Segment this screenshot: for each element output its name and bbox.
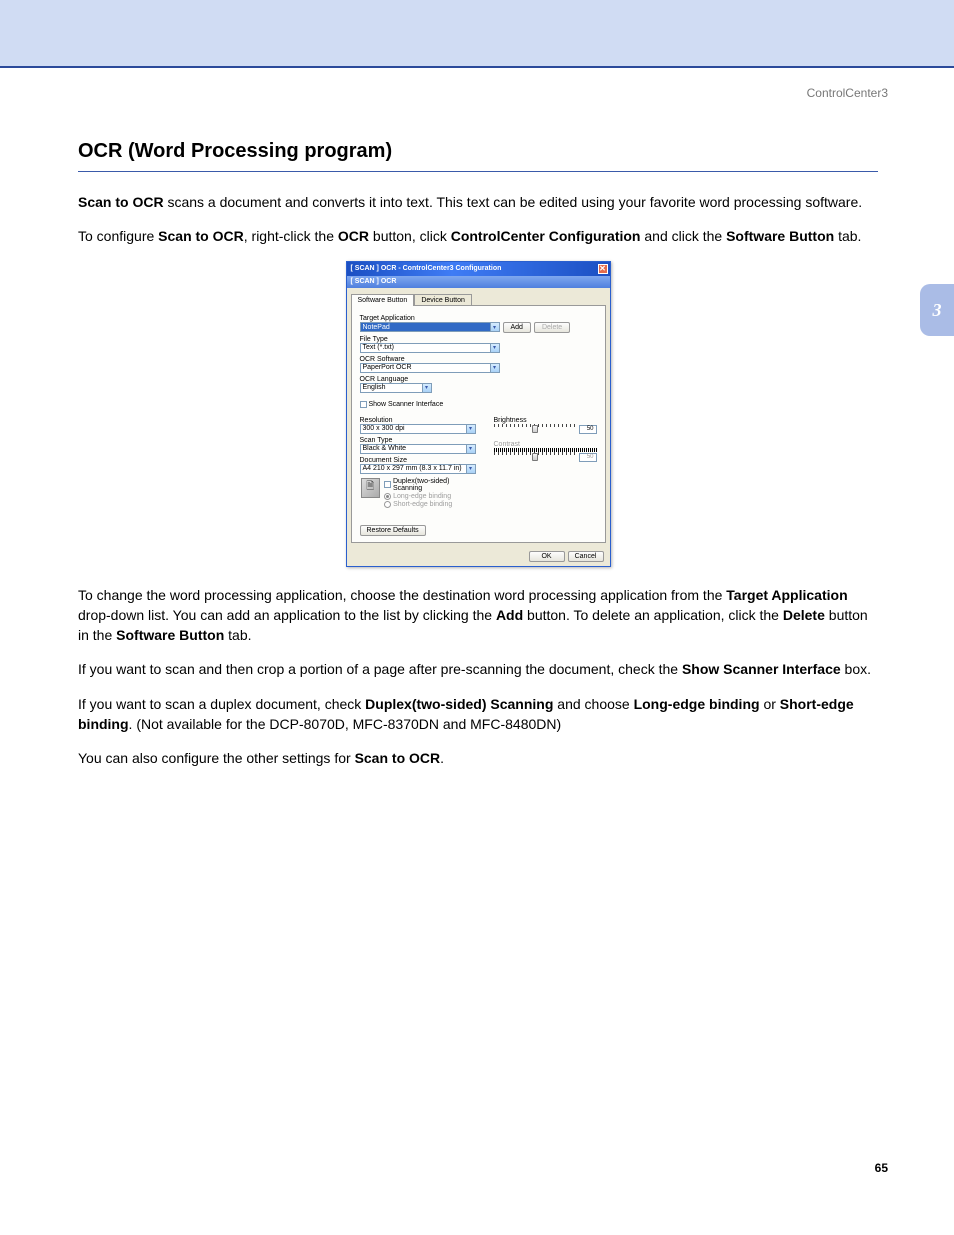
- long-edge-binding-radio[interactable]: Long-edge binding: [384, 493, 478, 500]
- close-icon[interactable]: ✕: [598, 264, 608, 274]
- add-button[interactable]: Add: [503, 322, 531, 333]
- chevron-down-icon: ▾: [490, 344, 499, 352]
- tab-panel: Target Application NotePad▾ Add Delete F…: [351, 305, 606, 543]
- cancel-button[interactable]: Cancel: [568, 551, 604, 562]
- radio-icon: [384, 501, 391, 508]
- top-band: [0, 0, 954, 68]
- ocr-language-label: OCR Language: [360, 376, 597, 383]
- file-type-label: File Type: [360, 336, 597, 343]
- paragraph-6: You can also configure the other setting…: [78, 748, 878, 768]
- ocr-software-dropdown[interactable]: PaperPort OCR▾: [360, 363, 500, 373]
- page-content: OCR (Word Processing program) Scan to OC…: [78, 140, 878, 783]
- header-section-name: ControlCenter3: [807, 86, 888, 100]
- chevron-down-icon: ▾: [466, 445, 475, 453]
- page-title: OCR (Word Processing program): [78, 140, 878, 172]
- checkbox-icon: [360, 401, 367, 408]
- chevron-down-icon: ▾: [466, 465, 475, 473]
- chevron-down-icon: ▾: [466, 425, 475, 433]
- ocr-software-label: OCR Software: [360, 356, 597, 363]
- restore-defaults-button[interactable]: Restore Defaults: [360, 525, 426, 536]
- paragraph-5: If you want to scan a duplex document, c…: [78, 694, 878, 735]
- radio-icon: [384, 493, 391, 500]
- scan-type-label: Scan Type: [360, 437, 480, 444]
- dialog-title: [ SCAN ] OCR - ControlCenter3 Configurat…: [351, 265, 502, 272]
- chevron-down-icon: ▾: [490, 364, 499, 372]
- brightness-slider[interactable]: [532, 425, 538, 433]
- contrast-slider[interactable]: [532, 453, 538, 461]
- tab-strip: Software Button Device Button: [347, 288, 610, 306]
- ok-button[interactable]: OK: [529, 551, 565, 562]
- dialog-breadcrumb: [ SCAN ] OCR: [347, 276, 610, 288]
- tab-software-button[interactable]: Software Button: [351, 294, 415, 306]
- paragraph-1: Scan to OCR scans a document and convert…: [78, 192, 878, 212]
- page-number: 65: [875, 1161, 888, 1175]
- paragraph-3: To change the word processing applicatio…: [78, 585, 878, 646]
- checkbox-icon: [384, 481, 391, 488]
- chevron-down-icon: ▾: [490, 323, 499, 331]
- document-size-label: Document Size: [360, 457, 480, 464]
- brightness-label: Brightness: [494, 417, 597, 424]
- scan-type-dropdown[interactable]: Black & White▾: [360, 444, 476, 454]
- resolution-label: Resolution: [360, 417, 480, 424]
- short-edge-binding-radio[interactable]: Short-edge binding: [384, 501, 478, 508]
- dialog-titlebar: [ SCAN ] OCR - ControlCenter3 Configurat…: [347, 262, 610, 276]
- chevron-down-icon: ▾: [422, 384, 431, 392]
- chapter-tab: 3: [920, 284, 954, 336]
- file-type-dropdown[interactable]: Text (*.txt)▾: [360, 343, 500, 353]
- dialog-footer: OK Cancel: [347, 548, 610, 566]
- scanner-icon: 🗎: [361, 478, 381, 498]
- contrast-value: 50: [579, 453, 597, 462]
- dialog-screenshot: [ SCAN ] OCR - ControlCenter3 Configurat…: [78, 261, 878, 567]
- show-scanner-interface-checkbox[interactable]: Show Scanner Interface: [360, 401, 444, 408]
- delete-button[interactable]: Delete: [534, 322, 570, 333]
- target-application-label: Target Application: [360, 315, 597, 322]
- document-size-dropdown[interactable]: A4 210 x 297 mm (8.3 x 11.7 in)▾: [360, 464, 476, 474]
- paragraph-2: To configure Scan to OCR, right-click th…: [78, 226, 878, 246]
- target-application-dropdown[interactable]: NotePad▾: [360, 322, 500, 332]
- duplex-scanning-checkbox[interactable]: Duplex(two-sided) Scanning: [384, 478, 478, 492]
- contrast-label: Contrast: [494, 441, 597, 448]
- config-dialog: [ SCAN ] OCR - ControlCenter3 Configurat…: [346, 261, 611, 567]
- ocr-language-dropdown[interactable]: English▾: [360, 383, 432, 393]
- brightness-value[interactable]: 50: [579, 425, 597, 434]
- resolution-dropdown[interactable]: 300 x 300 dpi▾: [360, 424, 476, 434]
- paragraph-4: If you want to scan and then crop a port…: [78, 659, 878, 679]
